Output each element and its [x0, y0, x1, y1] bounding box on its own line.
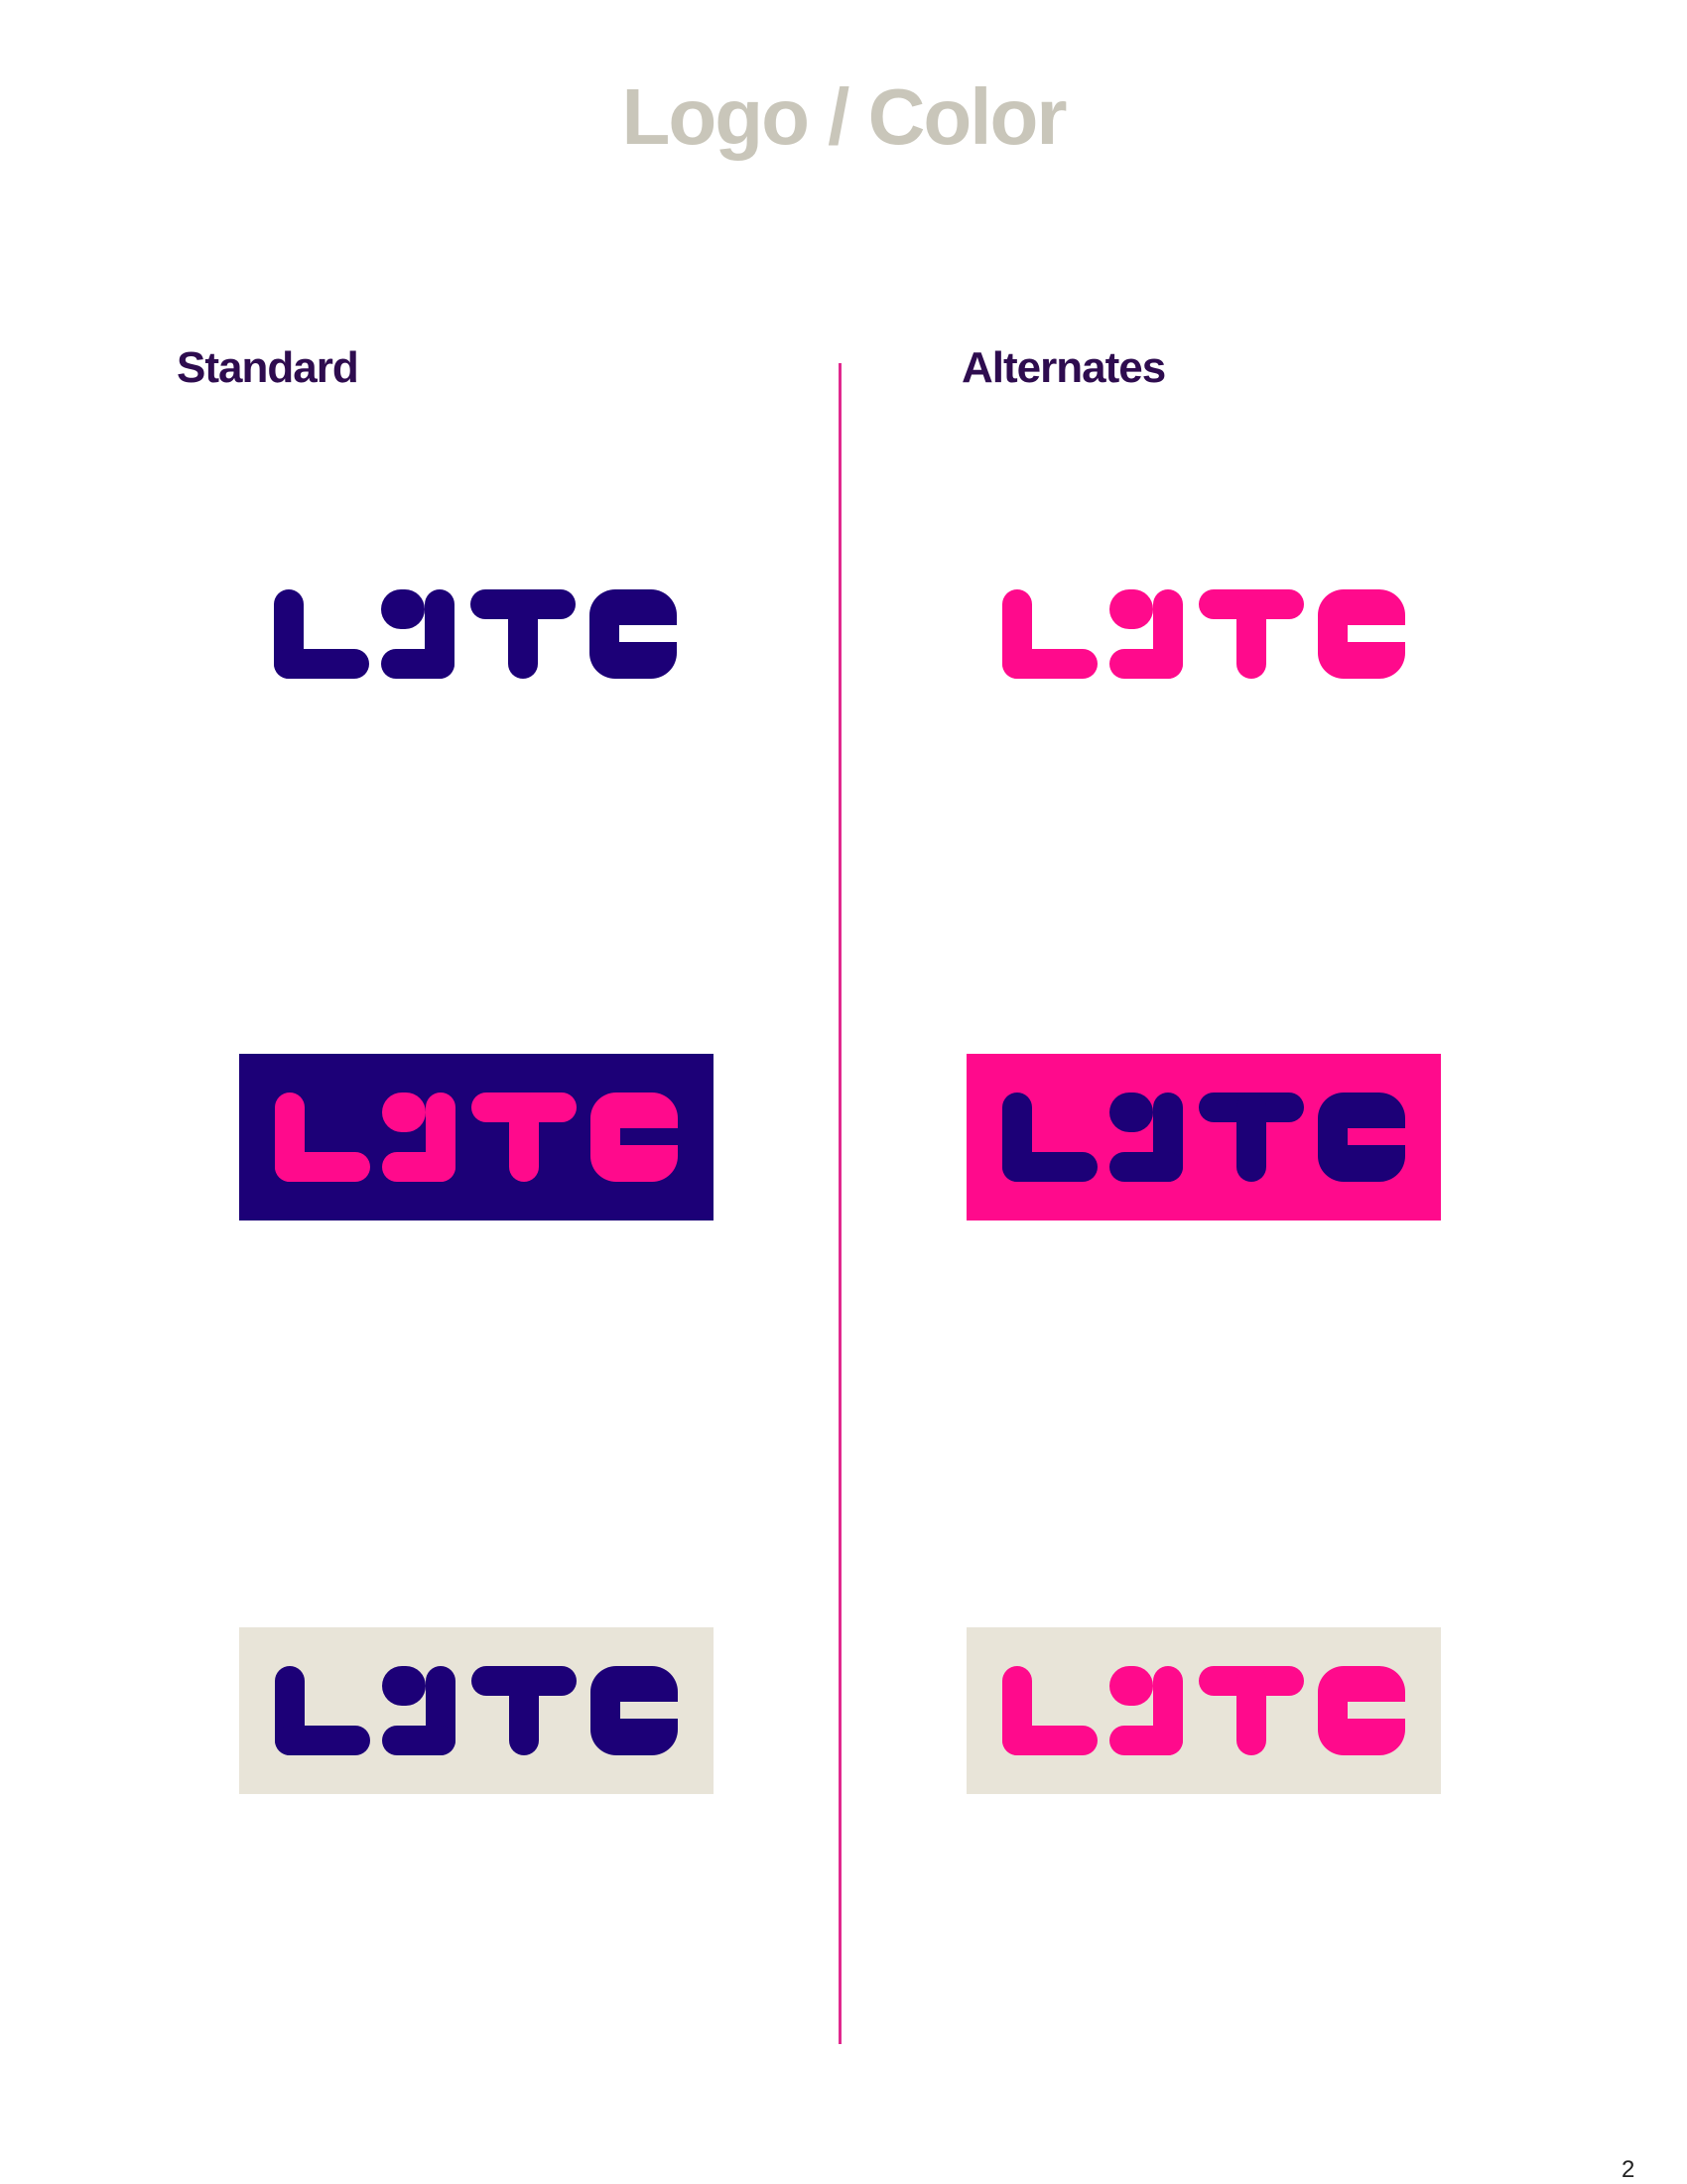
- navy-background-panel: [239, 1054, 714, 1220]
- alternates-heading: Alternates: [962, 343, 1166, 392]
- lyte-logo-standard-on-navy: [275, 1092, 678, 1182]
- standard-heading: Standard: [177, 343, 359, 392]
- beige-background-panel: [239, 1627, 714, 1794]
- lyte-logo-standard-plain: [274, 589, 677, 679]
- pink-background-panel: [967, 1054, 1441, 1220]
- lyte-logo-standard-on-beige: [275, 1666, 678, 1755]
- page-number: 2: [1622, 2156, 1635, 2183]
- lyte-logo-alternate-on-beige: [1002, 1666, 1405, 1755]
- lyte-logo-alternate-on-pink: [1002, 1092, 1405, 1182]
- column-divider: [839, 363, 842, 2044]
- page-title: Logo / Color: [621, 72, 1067, 161]
- beige-background-panel: [967, 1627, 1441, 1794]
- lyte-logo-alternate-plain: [1002, 589, 1405, 679]
